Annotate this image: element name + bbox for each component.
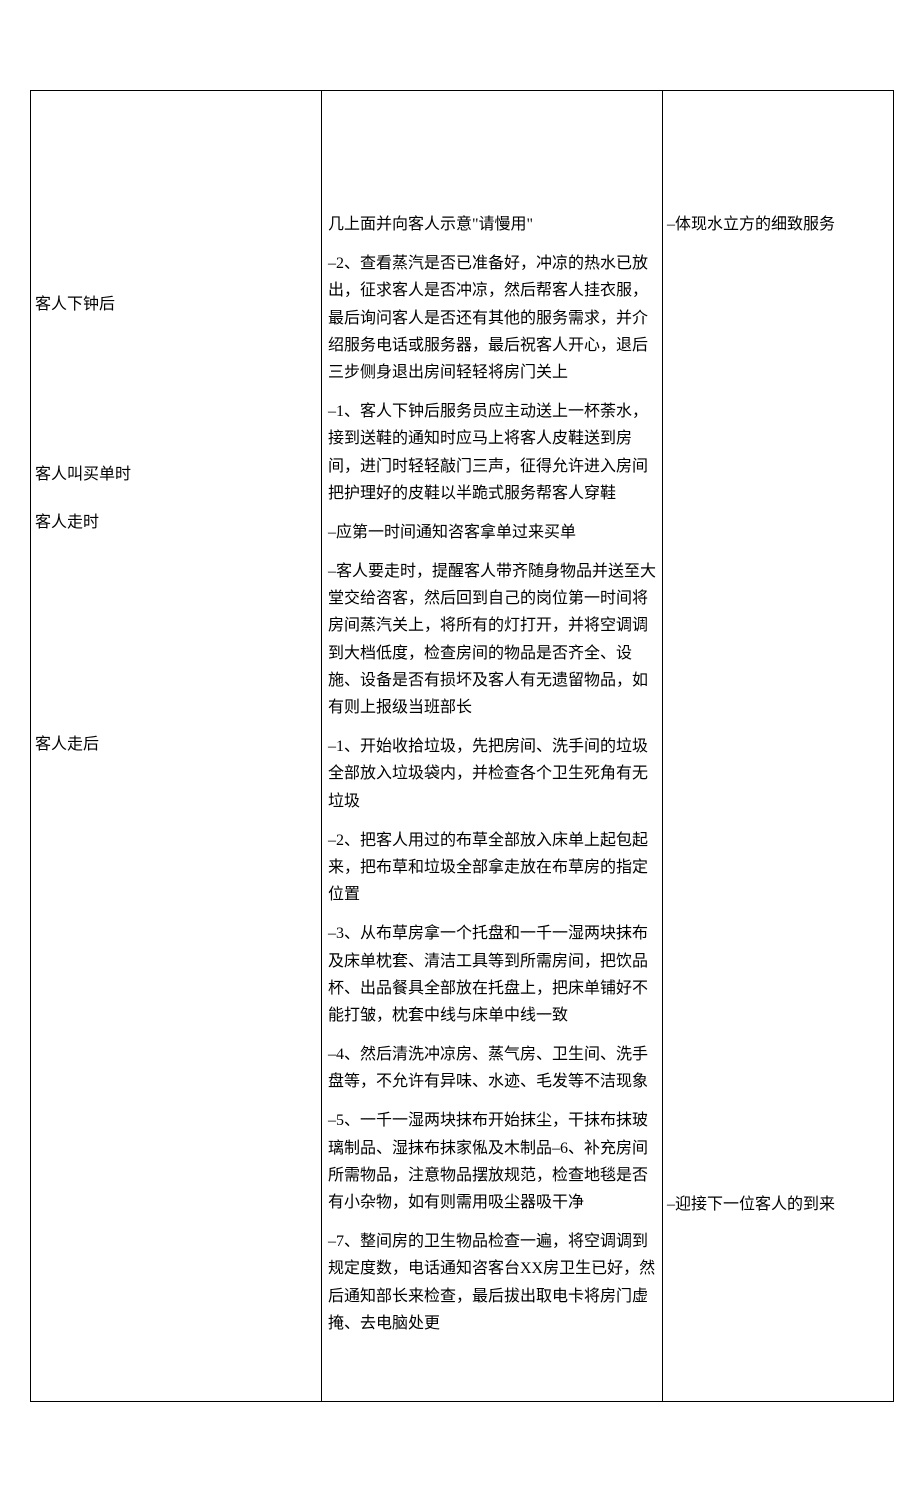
left-column: 客人下钟后 客人叫买单时 客人走时 客人走后 — [31, 91, 322, 1402]
document-page: 客人下钟后 客人叫买单时 客人走时 客人走后 几上面并向客人示意"请慢用" –2… — [0, 0, 920, 1492]
center-paragraph: –2、查看蒸汽是否已准备好，冲凉的热水已放出，征求客人是否冲凉，然后帮客人挂衣服… — [328, 250, 656, 386]
table-row: 客人下钟后 客人叫买单时 客人走时 客人走后 几上面并向客人示意"请慢用" –2… — [31, 91, 894, 1402]
service-table: 客人下钟后 客人叫买单时 客人走时 客人走后 几上面并向客人示意"请慢用" –2… — [30, 90, 894, 1402]
row-label-checkout: 客人叫买单时 — [35, 461, 131, 488]
row-label-after-leave: 客人走后 — [35, 731, 99, 758]
center-paragraph: –1、客人下钟后服务员应主动送上一杯荼水，接到送鞋的通知时应马上将客人皮鞋送到房… — [328, 398, 656, 507]
center-paragraph: –7、整间房的卫生物品检查一遍，将空调调到规定度数，电话通知咨客台XX房卫生已好… — [328, 1228, 656, 1337]
center-paragraph: –5、一千一湿两块抹布开始抹尘，干抹布抹玻璃制品、湿抹布抹家俬及木制品–6、补充… — [328, 1107, 656, 1216]
row-label-leaving: 客人走时 — [35, 509, 99, 536]
center-column: 几上面并向客人示意"请慢用" –2、查看蒸汽是否已准备好，冲凉的热水已放出，征求… — [322, 91, 663, 1402]
center-paragraph: –2、把客人用过的布草全部放入床单上起包起来，把布草和垃圾全部拿走放在布草房的指… — [328, 827, 656, 909]
center-paragraph: –应第一时间通知咨客拿单过来买单 — [328, 519, 656, 546]
center-paragraph: –客人要走时，提醒客人带齐随身物品并送至大堂交给咨客，然后回到自己的岗位第一时间… — [328, 558, 656, 721]
remark-service-quality: –体现水立方的细致服务 — [667, 211, 889, 238]
center-paragraph: –3、从布草房拿一个托盘和一千一湿两块抹布及床单枕套、清洁工具等到所需房间，把饮… — [328, 920, 656, 1029]
center-paragraph: –1、开始收拾垃圾，先把房间、洗手间的垃圾全部放入垃圾袋内，并检查各个卫生死角有… — [328, 733, 656, 815]
row-label-after-clock: 客人下钟后 — [35, 291, 115, 318]
right-column: –体现水立方的细致服务 –迎接下一位客人的到来 — [663, 91, 894, 1402]
center-paragraph: –4、然后清洗冲凉房、蒸气房、卫生间、洗手盘等，不允许有异味、水迹、毛发等不洁现… — [328, 1041, 656, 1095]
center-paragraph: 几上面并向客人示意"请慢用" — [328, 211, 656, 238]
remark-next-guest: –迎接下一位客人的到来 — [667, 1191, 889, 1218]
